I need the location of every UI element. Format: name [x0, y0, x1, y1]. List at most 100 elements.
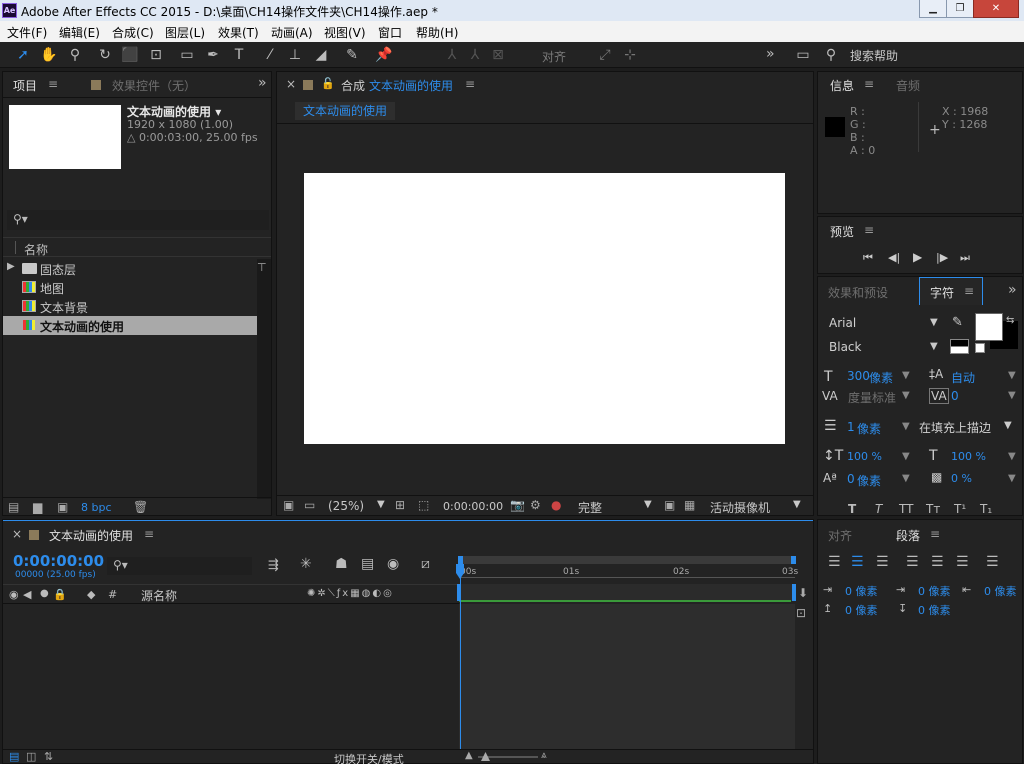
justify-last-right-icon[interactable]: ☰	[956, 554, 969, 570]
timeline-layer-area[interactable]	[459, 604, 795, 749]
project-more[interactable]: »	[258, 75, 267, 91]
transfer-controls-icon[interactable]: ◫	[26, 750, 36, 763]
chevron-down-icon[interactable]: ▼	[1008, 451, 1016, 462]
character-more[interactable]: »	[1008, 282, 1017, 298]
chevron-down-icon[interactable]: ▼	[793, 499, 801, 510]
faux-italic-icon[interactable]: T	[875, 502, 882, 516]
tab-paragraph[interactable]: 段落	[896, 527, 920, 544]
trash-icon[interactable]: 🗑	[133, 500, 148, 514]
space-before-value[interactable]: 0 像素	[845, 602, 878, 618]
menu-help[interactable]: 帮助(H)	[416, 24, 458, 41]
next-frame-icon[interactable]: |▶	[936, 251, 948, 264]
eraser-tool-icon[interactable]: ◢	[312, 46, 330, 64]
minimize-button[interactable]: ▁	[919, 0, 947, 18]
character-menu-icon[interactable]: ≡	[964, 284, 974, 298]
first-frame-icon[interactable]: ⏮	[863, 251, 873, 265]
menu-edit[interactable]: 编辑(E)	[59, 24, 100, 41]
new-comp-icon[interactable]: ▣	[57, 500, 68, 514]
fast-previews-icon[interactable]: ▣	[664, 498, 675, 512]
restore-button[interactable]: ❐	[946, 0, 974, 18]
lock-icon[interactable]: 🔓	[321, 77, 335, 90]
comp-tab-name[interactable]: 文本动画的使用	[369, 77, 453, 94]
no-fill-icon[interactable]	[975, 343, 985, 353]
play-icon[interactable]: ▶	[913, 250, 922, 264]
brush-tool-icon[interactable]: ⁄	[261, 46, 279, 64]
menu-layer[interactable]: 图层(L)	[165, 24, 205, 41]
all-caps-icon[interactable]: TT	[899, 502, 913, 516]
bit-depth[interactable]: 8 bpc	[81, 501, 112, 514]
justify-last-center-icon[interactable]: ☰	[931, 554, 944, 570]
eyedropper-icon[interactable]: ✎	[952, 315, 963, 330]
leading-value[interactable]: 自动	[951, 369, 975, 386]
chevron-down-icon[interactable]: ▼	[902, 370, 910, 381]
tab-align[interactable]: 对齐	[828, 527, 852, 544]
list-item-selected[interactable]: 文本动画的使用	[3, 316, 257, 335]
timeline-tab-name[interactable]: 文本动画的使用	[49, 527, 133, 544]
work-area-bar[interactable]	[459, 556, 795, 564]
menu-composition[interactable]: 合成(C)	[112, 24, 154, 41]
source-name-column[interactable]: 源名称	[141, 587, 177, 604]
chevron-down-icon[interactable]: ▼	[1004, 420, 1012, 431]
show-channel-icon[interactable]: ●	[551, 498, 561, 512]
chevron-down-icon[interactable]: ▼	[377, 499, 385, 510]
interpret-footage-icon[interactable]: ▤	[8, 500, 19, 514]
workspace-more[interactable]: »	[766, 46, 775, 62]
superscript-icon[interactable]: T¹	[954, 502, 966, 516]
chevron-down-icon[interactable]: ▼	[644, 499, 652, 510]
tracking-value[interactable]: 0	[951, 389, 959, 403]
menu-window[interactable]: 窗口	[378, 24, 402, 41]
layer-switches-icon[interactable]: ▤	[9, 750, 19, 763]
always-preview-icon[interactable]: ▣	[283, 498, 294, 512]
tab-preview[interactable]: 预览	[830, 223, 854, 240]
eye-icon[interactable]: ◉	[9, 588, 19, 601]
tab-info[interactable]: 信息	[830, 77, 854, 94]
list-item[interactable]: 文本背景	[3, 297, 257, 316]
close-icon[interactable]: ×	[12, 527, 22, 541]
font-size-value[interactable]: 300	[847, 369, 870, 383]
vertical-scale-value[interactable]: 100 %	[847, 450, 882, 463]
faux-bold-icon[interactable]: T	[848, 502, 856, 516]
subscript-icon[interactable]: T₁	[980, 502, 992, 516]
comp-marker-bin-icon[interactable]: ⬇	[798, 586, 808, 600]
current-time-display[interactable]: 0:00:00:00	[443, 500, 503, 513]
align-center-icon[interactable]: ☰	[851, 554, 864, 570]
comp-tab-prefix[interactable]: 合成	[341, 77, 365, 94]
font-style-select[interactable]: Black	[829, 340, 861, 354]
out-point-marker[interactable]	[792, 584, 796, 601]
snap-grid-icon[interactable]: ⊹	[621, 46, 639, 64]
resolution-select[interactable]: 完整	[578, 499, 602, 516]
previous-frame-icon[interactable]: ◀|	[888, 251, 900, 264]
tsume-value[interactable]: 0 %	[951, 472, 972, 485]
chevron-down-icon[interactable]: ▼	[902, 390, 910, 401]
close-icon[interactable]: ×	[286, 77, 296, 91]
rotate-tool-icon[interactable]: ↻	[96, 46, 114, 64]
tab-audio[interactable]: 音频	[896, 77, 920, 94]
kerning-value[interactable]: 度量标准	[848, 389, 896, 406]
clone-stamp-tool-icon[interactable]: ⊥	[286, 46, 304, 64]
pan-behind-tool-icon[interactable]: ⊡	[147, 46, 165, 64]
menu-view[interactable]: 视图(V)	[324, 24, 366, 41]
solo-icon[interactable]: ●	[40, 588, 49, 599]
composition-viewer-canvas[interactable]	[304, 173, 785, 444]
align-left-icon[interactable]: ☰	[828, 554, 841, 570]
menu-file[interactable]: 文件(F)	[7, 24, 47, 41]
zoom-out-icon[interactable]: ▲	[465, 750, 473, 761]
comp-mini-flowchart-icon[interactable]: ⇶	[268, 558, 279, 573]
type-tool-icon[interactable]: T	[230, 46, 248, 64]
menu-effect[interactable]: 效果(T)	[218, 24, 259, 41]
indent-right-value[interactable]: 0 像素	[984, 583, 1017, 599]
comp-flowchart-breadcrumb[interactable]: 文本动画的使用	[295, 102, 396, 120]
region-of-interest-icon[interactable]: ⬚	[418, 498, 429, 512]
new-folder-icon[interactable]: ▆	[33, 500, 42, 514]
chevron-down-icon[interactable]: ▼	[1008, 473, 1016, 484]
align-right-icon[interactable]: ☰	[876, 554, 889, 570]
indent-left-value[interactable]: 0 像素	[845, 583, 878, 599]
frame-blending-icon[interactable]: ▤	[361, 556, 374, 572]
chevron-down-icon[interactable]: ▼	[1008, 390, 1016, 401]
swap-colors-icon[interactable]: ⇆	[1006, 315, 1014, 326]
stroke-mode-select[interactable]: 在填充上描边	[919, 419, 991, 436]
view-axis-icon[interactable]: ⊠	[489, 46, 507, 64]
timeline-search-input[interactable]: ⚲▾	[107, 557, 252, 575]
switches-icons[interactable]: ✺✲⟍ƒx▦◍◐◎	[307, 588, 394, 599]
chevron-down-icon[interactable]: ▼	[930, 341, 938, 352]
